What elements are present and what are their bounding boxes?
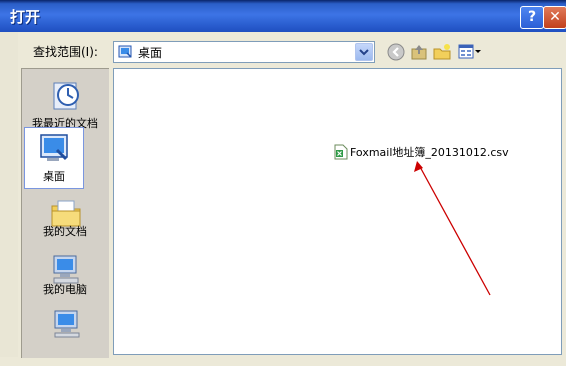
recent-documents-icon — [50, 79, 82, 115]
chevron-down-icon[interactable] — [355, 43, 373, 61]
file-name: Foxmail地址簿_20131012.csv — [350, 146, 509, 159]
lookin-label: 查找范围(I): — [33, 45, 98, 59]
place-label: 桌面 — [43, 170, 65, 183]
back-icon[interactable] — [387, 43, 405, 65]
title-bar: 打开 ? ✕ — [0, 0, 566, 32]
lookin-dropdown[interactable]: 桌面 — [113, 41, 375, 63]
new-folder-icon[interactable] — [433, 43, 451, 65]
annotation-arrow — [414, 161, 491, 296]
csv-file-icon — [334, 144, 348, 164]
desktop-icon — [118, 44, 134, 64]
place-label: 我的文档 — [43, 225, 87, 238]
close-button[interactable]: ✕ — [543, 6, 566, 29]
place-desktop[interactable]: 桌面 — [24, 127, 84, 189]
up-folder-icon[interactable] — [410, 43, 428, 65]
open-file-dialog: 打开 ? ✕ 查找范围(I): 桌面 我最近的文档 桌面 我的文档 我的电脑 F… — [0, 0, 566, 358]
help-button[interactable]: ? — [520, 6, 544, 29]
place-my-documents[interactable]: 我的文档 — [22, 193, 108, 255]
desktop-icon — [39, 132, 71, 168]
place-label: 我的电脑 — [43, 283, 87, 296]
file-list[interactable]: Foxmail地址簿_20131012.csv — [113, 68, 562, 355]
window-title: 打开 — [10, 8, 41, 26]
place-my-computer[interactable]: 我的电脑 — [22, 249, 108, 311]
places-bar: 我最近的文档 桌面 我的文档 我的电脑 — [21, 68, 109, 358]
background-strip — [0, 32, 18, 357]
lookin-value: 桌面 — [138, 46, 163, 60]
view-menu-icon[interactable] — [458, 43, 482, 65]
network-places-icon — [50, 308, 82, 344]
